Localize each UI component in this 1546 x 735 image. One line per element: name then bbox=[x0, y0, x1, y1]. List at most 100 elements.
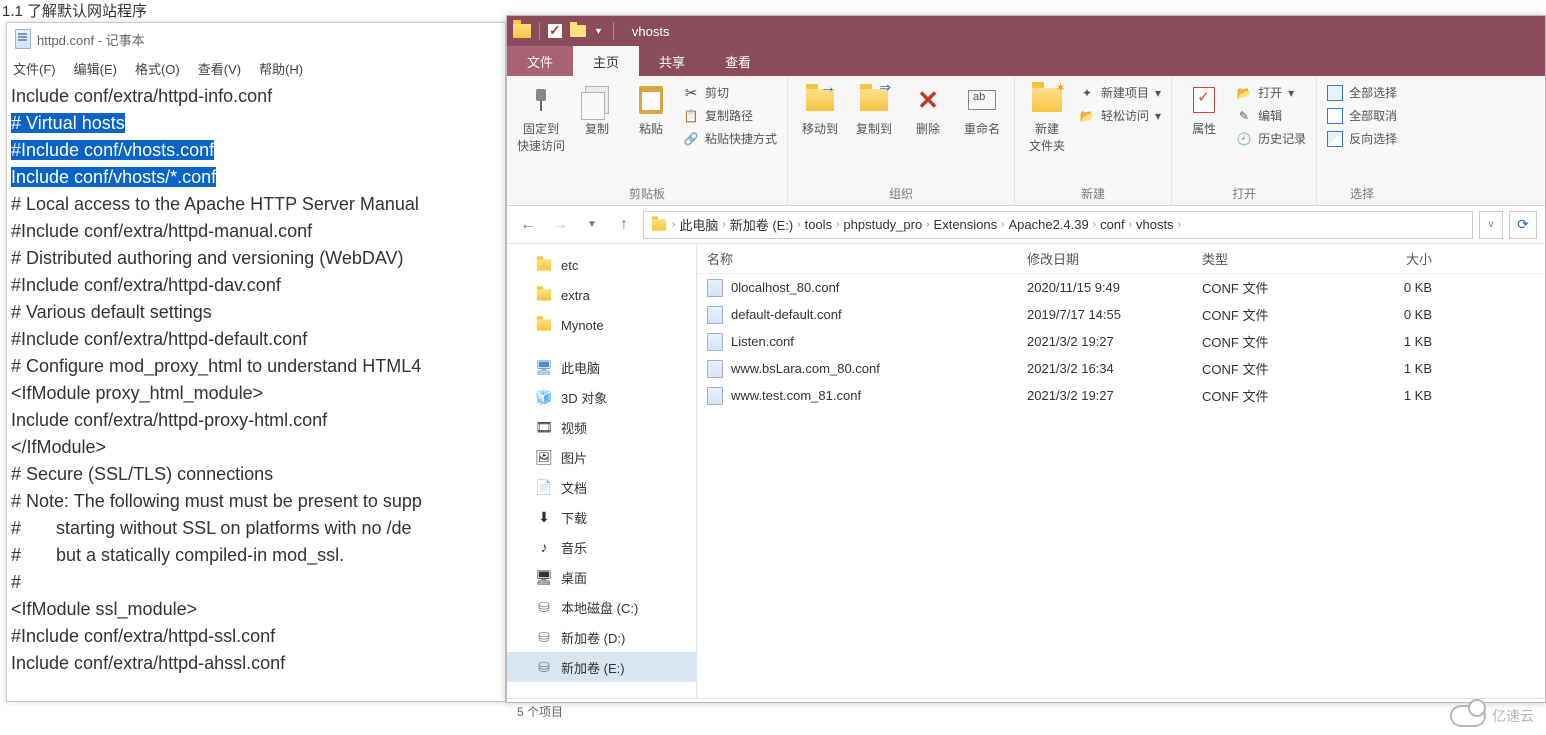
file-list[interactable]: 名称 修改日期 类型 大小 0localhost_80.conf2020/11/… bbox=[697, 244, 1545, 698]
editor-line[interactable]: <IfModule proxy_html_module> bbox=[11, 380, 503, 407]
edit-button[interactable]: ✎编辑 bbox=[1236, 107, 1306, 124]
sidebar-item[interactable]: 🧊3D 对象 bbox=[507, 382, 696, 412]
up-button[interactable]: ↑ bbox=[611, 212, 637, 238]
paste-shortcut-button[interactable]: 🔗粘贴快捷方式 bbox=[683, 130, 777, 147]
editor-line[interactable]: # Local access to the Apache HTTP Server… bbox=[11, 191, 503, 218]
menu-format[interactable]: 格式(O) bbox=[135, 59, 180, 78]
editor-line[interactable]: # Distributed authoring and versioning (… bbox=[11, 245, 503, 272]
editor-line[interactable]: # Secure (SSL/TLS) connections bbox=[11, 461, 503, 488]
sidebar-item[interactable]: Mynote bbox=[507, 310, 696, 340]
editor-line[interactable]: # Virtual hosts bbox=[11, 110, 503, 137]
copy-button[interactable]: 复制 bbox=[575, 80, 619, 137]
qat-chevron-down-icon[interactable]: ▼ bbox=[594, 26, 603, 36]
select-none-button[interactable]: 全部取消 bbox=[1327, 107, 1397, 124]
sidebar-item[interactable]: 🖥此电脑 bbox=[507, 352, 696, 382]
explorer-titlebar[interactable]: ▼ vhosts bbox=[507, 16, 1545, 46]
editor-line[interactable]: # starting without SSL on platforms with… bbox=[11, 515, 503, 542]
editor-line[interactable]: <IfModule ssl_module> bbox=[11, 596, 503, 623]
sidebar-item[interactable]: 🎞视频 bbox=[507, 412, 696, 442]
editor-line[interactable]: Include conf/vhosts/*.conf bbox=[11, 164, 503, 191]
tab-share[interactable]: 共享 bbox=[639, 46, 705, 76]
properties-button[interactable]: 属性 bbox=[1182, 80, 1226, 137]
navigation-pane[interactable]: etcextraMynote 🖥此电脑🧊3D 对象🎞视频🖼图片📄文档⬇下载♪音乐🖥… bbox=[507, 244, 697, 698]
breadcrumb-segment[interactable]: Extensions bbox=[934, 217, 998, 232]
paste-button[interactable]: 粘贴 bbox=[629, 80, 673, 137]
history-button[interactable]: 🕘历史记录 bbox=[1236, 130, 1306, 147]
rename-button[interactable]: 重命名 bbox=[960, 80, 1004, 137]
refresh-button[interactable]: ⟳ bbox=[1509, 211, 1537, 239]
menu-file[interactable]: 文件(F) bbox=[13, 59, 56, 78]
editor-line[interactable]: # Configure mod_proxy_html to understand… bbox=[11, 353, 503, 380]
sidebar-item[interactable]: ♪音乐 bbox=[507, 532, 696, 562]
qat-newfolder-icon[interactable] bbox=[570, 25, 586, 37]
folder-icon[interactable] bbox=[513, 24, 531, 38]
editor-line[interactable]: # but a statically compiled-in mod_ssl. bbox=[11, 542, 503, 569]
copy-path-button[interactable]: 📋复制路径 bbox=[683, 107, 777, 124]
editor-line[interactable]: # Various default settings bbox=[11, 299, 503, 326]
breadcrumb-segment[interactable]: vhosts bbox=[1136, 217, 1174, 232]
file-row[interactable]: www.test.com_81.conf2021/3/2 19:27CONF 文… bbox=[697, 382, 1545, 409]
easy-access-button[interactable]: 📂轻松访问 ▾ bbox=[1079, 107, 1161, 124]
select-all-button[interactable]: 全部选择 bbox=[1327, 84, 1397, 101]
tab-home[interactable]: 主页 bbox=[573, 46, 639, 76]
editor-line[interactable]: # bbox=[11, 569, 503, 596]
notepad-editor[interactable]: Include conf/extra/httpd-info.conf# Virt… bbox=[7, 81, 505, 679]
editor-line[interactable]: Include conf/extra/httpd-proxy-html.conf bbox=[11, 407, 503, 434]
column-headers[interactable]: 名称 修改日期 类型 大小 bbox=[697, 244, 1545, 274]
forward-button[interactable]: → bbox=[547, 212, 573, 238]
breadcrumb-segment[interactable]: conf bbox=[1100, 217, 1125, 232]
sidebar-item[interactable]: ⬇下载 bbox=[507, 502, 696, 532]
copy-to-button[interactable]: 复制到 bbox=[852, 80, 896, 137]
editor-line[interactable]: #Include conf/extra/httpd-ssl.conf bbox=[11, 623, 503, 650]
tab-view[interactable]: 查看 bbox=[705, 46, 771, 76]
new-folder-button[interactable]: 新建文件夹 bbox=[1025, 80, 1069, 154]
sidebar-item[interactable]: 🖼图片 bbox=[507, 442, 696, 472]
sidebar-item[interactable]: ⛁本地磁盘 (C:) bbox=[507, 592, 696, 622]
recent-locations-button[interactable]: ▼ bbox=[579, 212, 605, 238]
sidebar-item[interactable]: extra bbox=[507, 280, 696, 310]
breadcrumb-segment[interactable]: 新加卷 (E:) bbox=[730, 215, 794, 234]
file-row[interactable]: default-default.conf2019/7/17 14:55CONF … bbox=[697, 301, 1545, 328]
move-to-button[interactable]: 移动到 bbox=[798, 80, 842, 137]
editor-line[interactable]: </IfModule> bbox=[11, 434, 503, 461]
invert-selection-button[interactable]: 反向选择 bbox=[1327, 130, 1397, 147]
cut-button[interactable]: ✂剪切 bbox=[683, 84, 777, 101]
pin-to-quick-access-button[interactable]: 固定到 快速访问 bbox=[517, 80, 565, 154]
sidebar-item[interactable]: ⛁新加卷 (D:) bbox=[507, 622, 696, 652]
breadcrumb-segment[interactable]: Apache2.4.39 bbox=[1008, 217, 1088, 232]
breadcrumb[interactable]: › 此电脑›新加卷 (E:)›tools›phpstudy_pro›Extens… bbox=[643, 211, 1473, 239]
sidebar-item[interactable]: etc bbox=[507, 250, 696, 280]
col-name[interactable]: 名称 bbox=[697, 249, 1017, 268]
tab-file[interactable]: 文件 bbox=[507, 46, 573, 76]
sidebar-item[interactable]: 🖥桌面 bbox=[507, 562, 696, 592]
qat-properties-icon[interactable] bbox=[548, 24, 562, 38]
menu-help[interactable]: 帮助(H) bbox=[259, 59, 303, 78]
col-date[interactable]: 修改日期 bbox=[1017, 249, 1192, 268]
divider bbox=[539, 22, 540, 40]
menu-view[interactable]: 查看(V) bbox=[198, 59, 241, 78]
file-row[interactable]: Listen.conf2021/3/2 19:27CONF 文件1 KB bbox=[697, 328, 1545, 355]
editor-line[interactable]: # Note: The following must must be prese… bbox=[11, 488, 503, 515]
sidebar-item[interactable]: ⛁新加卷 (E:) bbox=[507, 652, 696, 682]
col-size[interactable]: 大小 bbox=[1342, 249, 1442, 268]
open-button[interactable]: 📂打开 ▾ bbox=[1236, 84, 1306, 101]
editor-line[interactable]: #Include conf/extra/httpd-default.conf bbox=[11, 326, 503, 353]
editor-line[interactable]: Include conf/extra/httpd-ahssl.conf bbox=[11, 650, 503, 677]
editor-line[interactable]: #Include conf/extra/httpd-manual.conf bbox=[11, 218, 503, 245]
back-button[interactable]: ← bbox=[515, 212, 541, 238]
file-row[interactable]: www.bsLara.com_80.conf2021/3/2 16:34CONF… bbox=[697, 355, 1545, 382]
delete-button[interactable]: ✕删除 bbox=[906, 80, 950, 137]
file-row[interactable]: 0localhost_80.conf2020/11/15 9:49CONF 文件… bbox=[697, 274, 1545, 301]
breadcrumb-segment[interactable]: 此电脑 bbox=[679, 215, 718, 234]
editor-line[interactable]: #Include conf/extra/httpd-dav.conf bbox=[11, 272, 503, 299]
notepad-titlebar[interactable]: httpd.conf - 记事本 bbox=[7, 23, 505, 55]
sidebar-item[interactable]: 📄文档 bbox=[507, 472, 696, 502]
breadcrumb-segment[interactable]: tools bbox=[805, 217, 832, 232]
address-dropdown-button[interactable]: v bbox=[1479, 211, 1503, 239]
editor-line[interactable]: Include conf/extra/httpd-info.conf bbox=[11, 83, 503, 110]
breadcrumb-segment[interactable]: phpstudy_pro bbox=[843, 217, 922, 232]
editor-line[interactable]: #Include conf/vhosts.conf bbox=[11, 137, 503, 164]
col-type[interactable]: 类型 bbox=[1192, 249, 1342, 268]
new-item-button[interactable]: ✦新建项目 ▾ bbox=[1079, 84, 1161, 101]
menu-edit[interactable]: 编辑(E) bbox=[74, 59, 117, 78]
